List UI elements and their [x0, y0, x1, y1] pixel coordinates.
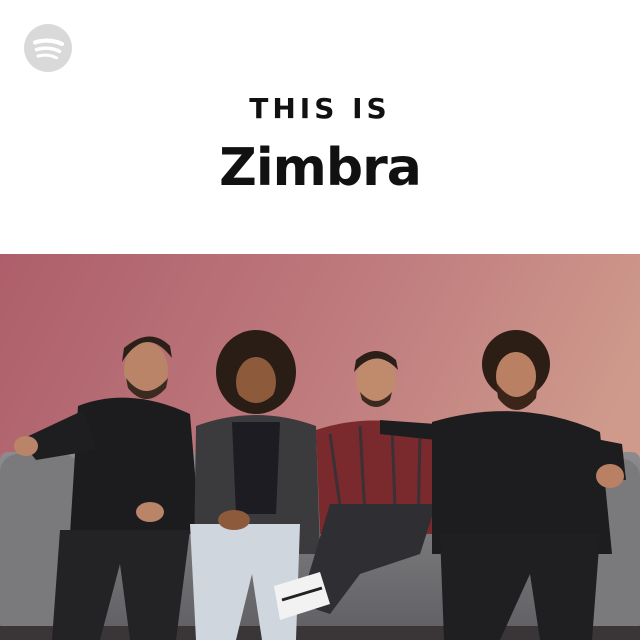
cover-header: THIS IS Zimbra: [0, 0, 640, 254]
spotify-logo-icon: [24, 24, 72, 72]
artist-title: Zimbra: [219, 138, 422, 198]
cover-kicker: THIS IS: [249, 92, 391, 125]
playlist-cover: THIS IS Zimbra: [0, 0, 640, 640]
band-photo: [0, 254, 640, 640]
